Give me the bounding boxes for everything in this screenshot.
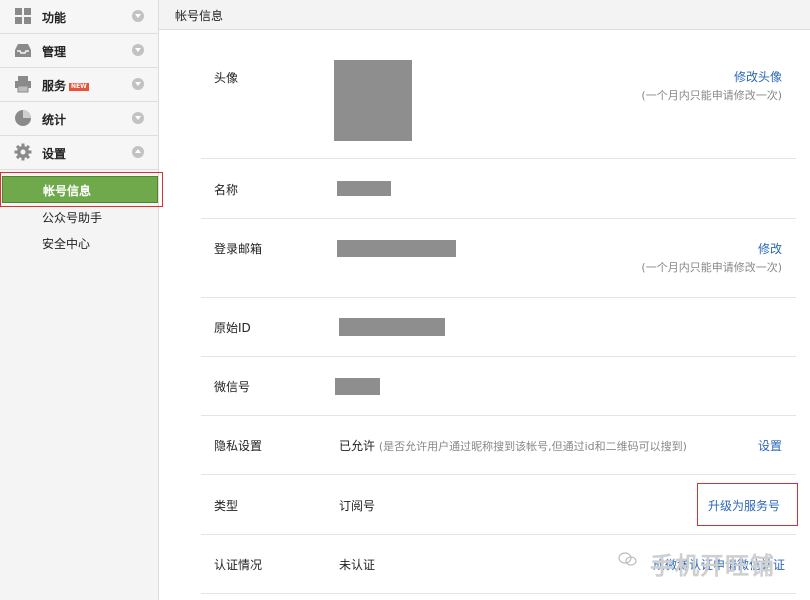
privacy-hint: (是否允许用户通过昵称搜到该帐号,但通过id和二维码可以搜到) — [378, 440, 687, 453]
nav-group-label: 管理 — [42, 45, 67, 59]
wechat-logo-icon — [618, 552, 637, 566]
upgrade-to-service-account-link[interactable]: 升级为服务号 — [708, 497, 780, 514]
row-note: (一个月内只能申请修改一次) — [641, 89, 782, 102]
nav-group-label: 统计 — [42, 113, 67, 127]
privacy-value: 已允许 (是否允许用户通过昵称搜到该帐号,但通过id和二维码可以搜到) — [339, 437, 687, 454]
chevron-down-icon[interactable] — [132, 10, 144, 22]
page-title: 帐号信息 — [175, 9, 224, 23]
row-name: 名称 — [201, 159, 796, 219]
sidebar-item-label: 公众号助手 — [42, 211, 103, 225]
row-wechat-id: 微信号 — [201, 357, 796, 416]
nav-group-label-wrap: 服务 NEW — [42, 77, 89, 94]
change-avatar-link[interactable]: 修改头像 — [734, 68, 782, 85]
avatar — [334, 60, 412, 141]
chevron-up-icon[interactable] — [132, 146, 144, 158]
row-label: 认证情况 — [214, 558, 263, 572]
privacy-settings-link[interactable]: 设置 — [758, 437, 782, 454]
nav-group-label: 设置 — [42, 147, 67, 161]
row-label: 类型 — [214, 499, 239, 513]
verification-value: 未认证 — [339, 558, 376, 572]
chevron-down-icon[interactable] — [132, 112, 144, 124]
main-content: 帐号信息 头像 修改头像 (一个月内只能申请修改一次) 名称 登录邮箱 修改 (… — [159, 0, 810, 600]
sidebar: 功能 管理 服务 NEW 统计 设置 帐号信息 公众号助手 安全中心 — [0, 0, 159, 600]
sidebar-item-security[interactable]: 安全中心 — [0, 229, 158, 255]
new-badge: NEW — [69, 83, 89, 91]
row-label: 原始ID — [214, 321, 251, 335]
printer-icon — [15, 76, 31, 93]
gear-icon — [14, 143, 32, 161]
nav-group-functions[interactable]: 功能 — [0, 0, 158, 34]
nav-group-management[interactable]: 管理 — [0, 34, 158, 68]
wechat-id-value — [335, 378, 380, 395]
row-label: 登录邮箱 — [214, 242, 263, 256]
inbox-icon — [15, 44, 31, 57]
nav-group-services[interactable]: 服务 NEW — [0, 68, 158, 102]
nav-group-label: 服务 — [42, 79, 67, 93]
row-label: 头像 — [214, 71, 239, 85]
row-email: 登录邮箱 修改 (一个月内只能申请修改一次) — [201, 219, 796, 298]
grid-icon — [15, 8, 31, 24]
row-note: (一个月内只能申请修改一次) — [641, 261, 782, 274]
row-type: 类型 订阅号 升级为服务号 — [201, 475, 796, 535]
privacy-status: 已允许 — [339, 439, 376, 453]
change-email-link[interactable]: 修改 — [758, 240, 782, 257]
row-label: 名称 — [214, 183, 239, 197]
row-privacy: 隐私设置 已允许 (是否允许用户通过昵称搜到该帐号,但通过id和二维码可以搜到)… — [201, 416, 796, 475]
sidebar-item-assistant[interactable]: 公众号助手 — [0, 203, 158, 229]
chevron-down-icon[interactable] — [132, 44, 144, 56]
sidebar-item-account-info[interactable]: 帐号信息 — [2, 176, 158, 203]
watermark: 手机开旺铺 — [650, 552, 775, 580]
row-label: 微信号 — [214, 380, 251, 394]
row-label: 隐私设置 — [214, 439, 263, 453]
row-original-id: 原始ID — [201, 298, 796, 357]
name-value — [337, 181, 391, 196]
chevron-down-icon[interactable] — [132, 78, 144, 90]
nav-group-label: 功能 — [42, 11, 67, 25]
sidebar-item-label: 帐号信息 — [43, 184, 92, 198]
nav-group-settings[interactable]: 设置 — [0, 136, 158, 170]
pie-chart-icon — [15, 110, 31, 126]
type-value: 订阅号 — [339, 499, 376, 513]
content-header: 帐号信息 — [159, 0, 810, 30]
nav-group-statistics[interactable]: 统计 — [0, 102, 158, 136]
row-avatar: 头像 修改头像 (一个月内只能申请修改一次) — [201, 30, 796, 159]
sidebar-item-label: 安全中心 — [42, 237, 91, 251]
email-value — [337, 240, 456, 257]
original-id-value — [339, 318, 445, 336]
